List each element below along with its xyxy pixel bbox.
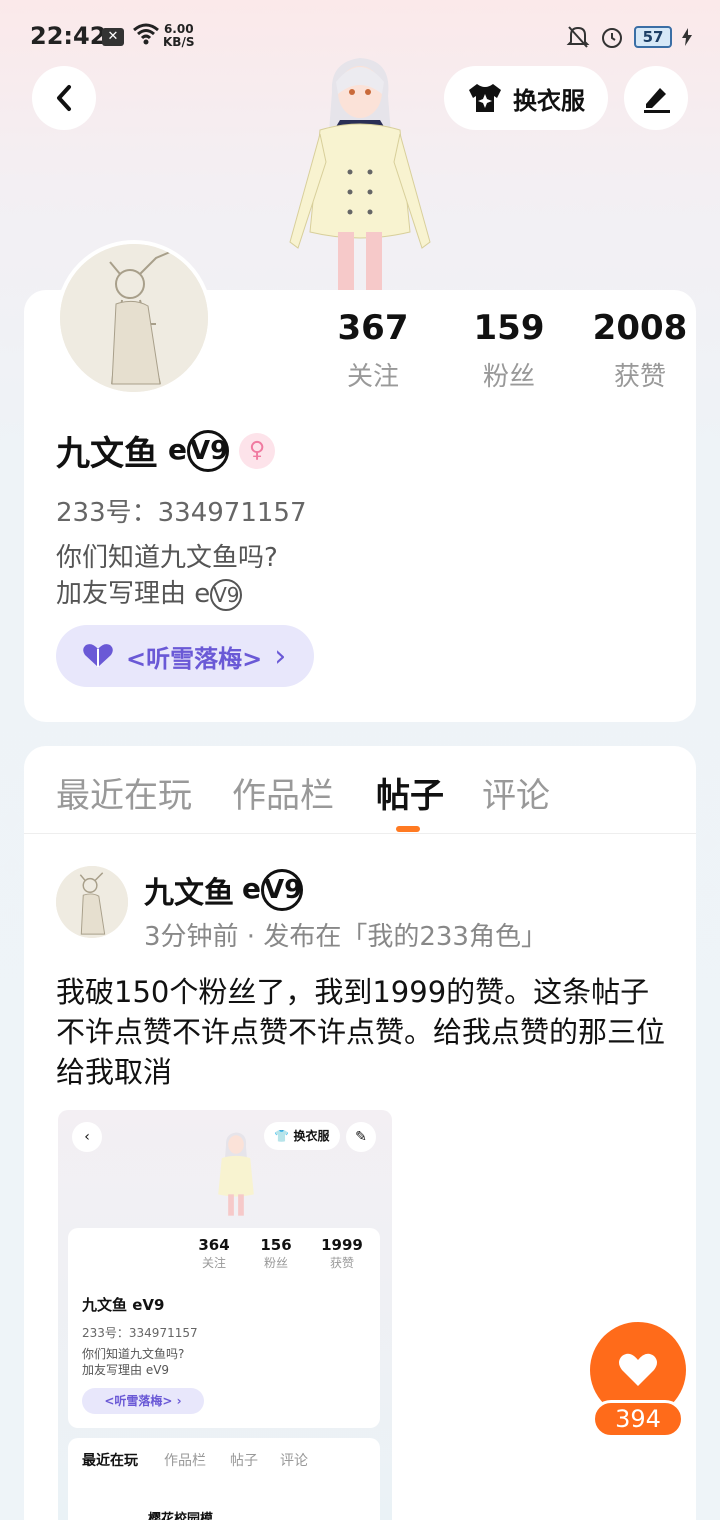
mute-bell-icon xyxy=(566,26,590,48)
embedded-tab-recently-played: 最近在玩 xyxy=(82,1453,138,1469)
profile-name-row: 九文鱼 e V9 ♀ xyxy=(56,426,275,475)
profile-bio: 你们知道九文鱼吗? 加友写理由 e V9 xyxy=(56,540,278,612)
embedded-followers-label: 粉丝 xyxy=(263,1256,288,1270)
dress-up-label: 换衣服 xyxy=(513,86,585,115)
embedded-game-name: 樱花校园模 xyxy=(148,1512,214,1520)
name-suffix: e V9 xyxy=(168,429,229,472)
profile-avatar[interactable] xyxy=(56,240,212,396)
embedded-name-row: 九文鱼 eV9 xyxy=(82,1294,164,1315)
post-author-avatar[interactable] xyxy=(56,866,128,938)
character-model-illustration[interactable] xyxy=(270,52,450,292)
embedded-following-label: 关注 xyxy=(201,1256,226,1270)
post-author-suffix-e: e xyxy=(242,872,261,905)
following-label: 关注 xyxy=(346,362,399,392)
stat-followers[interactable]: 159 粉丝 xyxy=(454,308,564,393)
tab-posts[interactable]: 帖子 xyxy=(376,768,444,817)
notification-x-icon: ✕ xyxy=(102,28,124,46)
followers-label: 粉丝 xyxy=(482,362,535,392)
post-avatar-sketch-image xyxy=(56,866,128,938)
alarm-icon xyxy=(602,28,622,48)
tab-works[interactable]: 作品栏 xyxy=(232,768,334,817)
post-author-suffix-circle: V9 xyxy=(261,869,303,911)
embedded-club-badge: <听雪落梅> › xyxy=(82,1388,204,1414)
tab-comments[interactable]: 评论 xyxy=(482,768,550,817)
embedded-name-suffix: eV9 xyxy=(132,1296,165,1314)
post-meta[interactable]: 3分钟前 · 发布在「我的233角色」 xyxy=(144,916,547,953)
tshirt-sparkle-icon xyxy=(469,84,501,112)
embedded-likes-count: 1999 xyxy=(321,1236,363,1254)
status-time: 22:42 xyxy=(30,22,107,50)
embedded-tabs-card: 最近在玩 作品栏 帖子 评论 樱花校园模 xyxy=(68,1438,380,1520)
network-speed: 6.00 KB/S xyxy=(163,23,194,49)
active-tab-indicator xyxy=(396,826,420,832)
embedded-following-count: 364 xyxy=(198,1236,230,1254)
embedded-bio-line-2: 加友写理由 eV9 xyxy=(82,1363,170,1377)
name-suffix-e: e xyxy=(168,432,187,466)
avatar-sketch-image xyxy=(60,244,208,392)
embedded-character-illustration xyxy=(218,1132,254,1216)
embedded-tab-comments: 评论 xyxy=(280,1453,308,1469)
embedded-dress-up-label: 换衣服 xyxy=(293,1129,330,1143)
likes-count: 2008 xyxy=(592,308,688,348)
embedded-uid: 233号：334971157 xyxy=(82,1326,198,1340)
user-id[interactable]: 233号：334971157 xyxy=(56,492,307,529)
pencil-icon xyxy=(644,88,670,113)
club-badge-button[interactable]: <听雪落梅> › xyxy=(56,625,314,687)
embedded-likes-label: 获赞 xyxy=(329,1256,354,1270)
bio-line-2-text: 加友写理由 e xyxy=(56,579,211,609)
likes-label: 获赞 xyxy=(613,362,666,392)
post-author-suffix: e V9 xyxy=(242,869,303,911)
bio-circle: V9 xyxy=(210,578,243,611)
club-label: <听雪落梅> xyxy=(126,644,263,673)
like-count-badge: 394 xyxy=(592,1400,684,1438)
posts-card: 最近在玩 作品栏 帖子 评论 九文鱼 e V9 3分钟前 · 发布在「我的233角… xyxy=(24,746,696,1520)
status-right: 57 xyxy=(566,24,692,50)
embedded-bio-line-1: 你们知道九文鱼吗? xyxy=(82,1347,185,1361)
female-gender-icon: ♀ xyxy=(239,432,275,469)
embedded-back-icon: ‹ xyxy=(72,1122,102,1152)
wifi-icon xyxy=(133,23,159,45)
embedded-bio: 你们知道九文鱼吗? 加友写理由 eV9 xyxy=(82,1346,184,1378)
embedded-dress-up-button: 👕 换衣服 xyxy=(264,1122,340,1150)
post-author-name-row[interactable]: 九文鱼 e V9 xyxy=(144,868,303,912)
back-button[interactable] xyxy=(32,66,96,130)
post-text[interactable]: 我破150个粉丝了，我到1999的赞。这条帖子不许点赞不许点赞不许点赞。给我点赞… xyxy=(56,972,666,1092)
stat-likes[interactable]: 2008 获赞 xyxy=(580,308,700,393)
profile-tabs: 最近在玩 作品栏 帖子 评论 xyxy=(24,746,696,834)
embedded-tab-posts: 帖子 xyxy=(230,1453,258,1469)
embedded-pencil-icon: ✎ xyxy=(346,1122,376,1152)
embedded-name: 九文鱼 xyxy=(82,1296,128,1314)
chevron-left-icon xyxy=(57,85,71,111)
speed-unit: KB/S xyxy=(163,35,195,49)
embedded-tab-works: 作品栏 xyxy=(164,1453,206,1469)
charging-icon xyxy=(682,28,692,46)
tab-recently-played[interactable]: 最近在玩 xyxy=(56,768,192,817)
battery-indicator: 57 xyxy=(634,26,672,48)
stat-following[interactable]: 367 关注 xyxy=(318,308,428,393)
embedded-profile-card: 364 关注 156 粉丝 1999 获赞 九文鱼 eV9 233号：33497… xyxy=(68,1228,380,1428)
post-author-name: 九文鱼 xyxy=(144,876,234,911)
chevron-right-icon: › xyxy=(274,638,287,674)
bio-line-1: 你们知道九文鱼吗? xyxy=(56,543,278,573)
dress-up-button[interactable]: 换衣服 xyxy=(444,66,608,130)
edit-profile-button[interactable] xyxy=(624,66,688,130)
heart-icon xyxy=(619,1353,657,1386)
bio-line-2: 加友写理由 e V9 xyxy=(56,576,278,612)
followers-count: 159 xyxy=(473,308,545,348)
profile-name: 九文鱼 xyxy=(56,434,158,474)
post-image[interactable]: ‹ 👕 换衣服 ✎ 364 关注 156 粉丝 1999 获赞 九文鱼 eV9 xyxy=(58,1110,392,1520)
embedded-followers-count: 156 xyxy=(260,1236,292,1254)
following-count: 367 xyxy=(337,308,409,348)
name-suffix-circle: V9 xyxy=(187,429,229,472)
heart-badge-icon xyxy=(83,644,113,667)
